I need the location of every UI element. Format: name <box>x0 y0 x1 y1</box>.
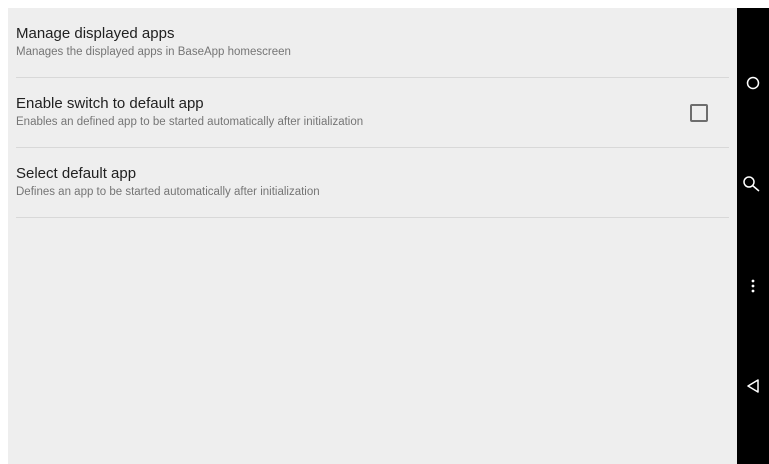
more-vert-icon <box>750 278 756 299</box>
enable-switch-checkbox[interactable] <box>690 104 708 122</box>
pref-title: Manage displayed apps <box>16 25 175 42</box>
pref-enable-switch-default-app[interactable]: Enable switch to default app Enables an … <box>16 78 729 148</box>
back-button[interactable] <box>737 368 769 408</box>
settings-screen: Manage displayed apps Manages the displa… <box>8 8 737 464</box>
back-icon <box>745 378 761 399</box>
home-icon <box>745 75 761 96</box>
pref-title: Enable switch to default app <box>16 95 204 112</box>
navigation-bar <box>737 8 769 464</box>
pref-select-default-app[interactable]: Select default app Defines an app to be … <box>16 148 729 218</box>
pref-summary: Manages the displayed apps in BaseApp ho… <box>16 46 291 58</box>
pref-title: Select default app <box>16 165 137 182</box>
pref-summary: Enables an defined app to be started aut… <box>16 116 364 128</box>
pref-summary: Defines an app to be started automatical… <box>16 186 320 198</box>
overflow-menu-button[interactable] <box>737 268 769 308</box>
pref-manage-displayed-apps[interactable]: Manage displayed apps Manages the displa… <box>16 8 729 78</box>
preference-list: Manage displayed apps Manages the displa… <box>16 8 729 218</box>
home-button[interactable] <box>737 65 769 105</box>
search-button[interactable] <box>737 166 769 206</box>
search-icon <box>742 175 764 198</box>
